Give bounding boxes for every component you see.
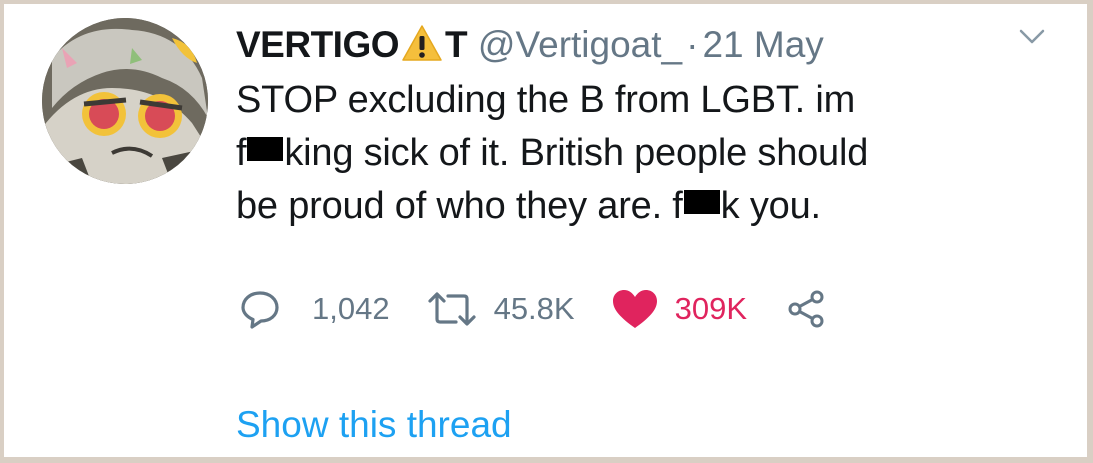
reply-button[interactable]: 1,042 xyxy=(240,289,390,329)
tweet-header: VERTIGO T @Vertigoat_ · 21 May xyxy=(236,22,824,68)
reply-count: 1,042 xyxy=(312,291,390,326)
tweet-text-line: be proud of who they are. f k you. xyxy=(236,180,1056,233)
warning-sign-icon xyxy=(402,25,442,61)
tweet-text-line: f king sick of it. British people should xyxy=(236,127,1056,180)
avatar-illustration xyxy=(42,18,208,184)
censor-bar xyxy=(247,137,284,161)
tweet-card: VERTIGO T @Vertigoat_ · 21 May STOP exclud… xyxy=(4,4,1087,457)
like-count: 309K xyxy=(674,291,747,326)
tweet-text-fragment: f xyxy=(236,132,247,174)
reply-bubble-icon xyxy=(241,291,279,329)
heart-icon xyxy=(612,290,657,328)
tweet-actions: 1,042 45.8K 309K xyxy=(240,286,825,332)
like-button[interactable]: 309K xyxy=(611,288,747,330)
retweet-count: 45.8K xyxy=(493,291,575,326)
retweet-button[interactable]: 45.8K xyxy=(426,291,575,327)
avatar[interactable] xyxy=(42,18,208,184)
show-thread-link[interactable]: Show this thread xyxy=(236,402,512,448)
share-icon xyxy=(788,290,824,328)
user-handle[interactable]: @Vertigoat_ xyxy=(478,24,682,65)
tweet-text-fragment: k you. xyxy=(720,185,821,227)
tweet-text: STOP excluding the B from LGBT. im f king… xyxy=(236,74,1056,233)
censor-bar xyxy=(683,190,720,214)
tweet-text-fragment: king sick of it. British people should xyxy=(284,132,869,174)
display-name[interactable]: VERTIGO xyxy=(236,24,400,65)
display-name-suffix[interactable]: T xyxy=(445,24,468,65)
tweet-date[interactable]: 21 May xyxy=(702,24,823,65)
separator-dot: · xyxy=(686,24,699,65)
retweet-icon xyxy=(427,292,476,326)
tweet-text-line: STOP excluding the B from LGBT. im xyxy=(236,79,856,121)
tweet-text-fragment: be proud of who they are. f xyxy=(236,185,683,227)
chevron-down-icon[interactable] xyxy=(1019,28,1045,46)
share-button[interactable] xyxy=(787,290,825,328)
